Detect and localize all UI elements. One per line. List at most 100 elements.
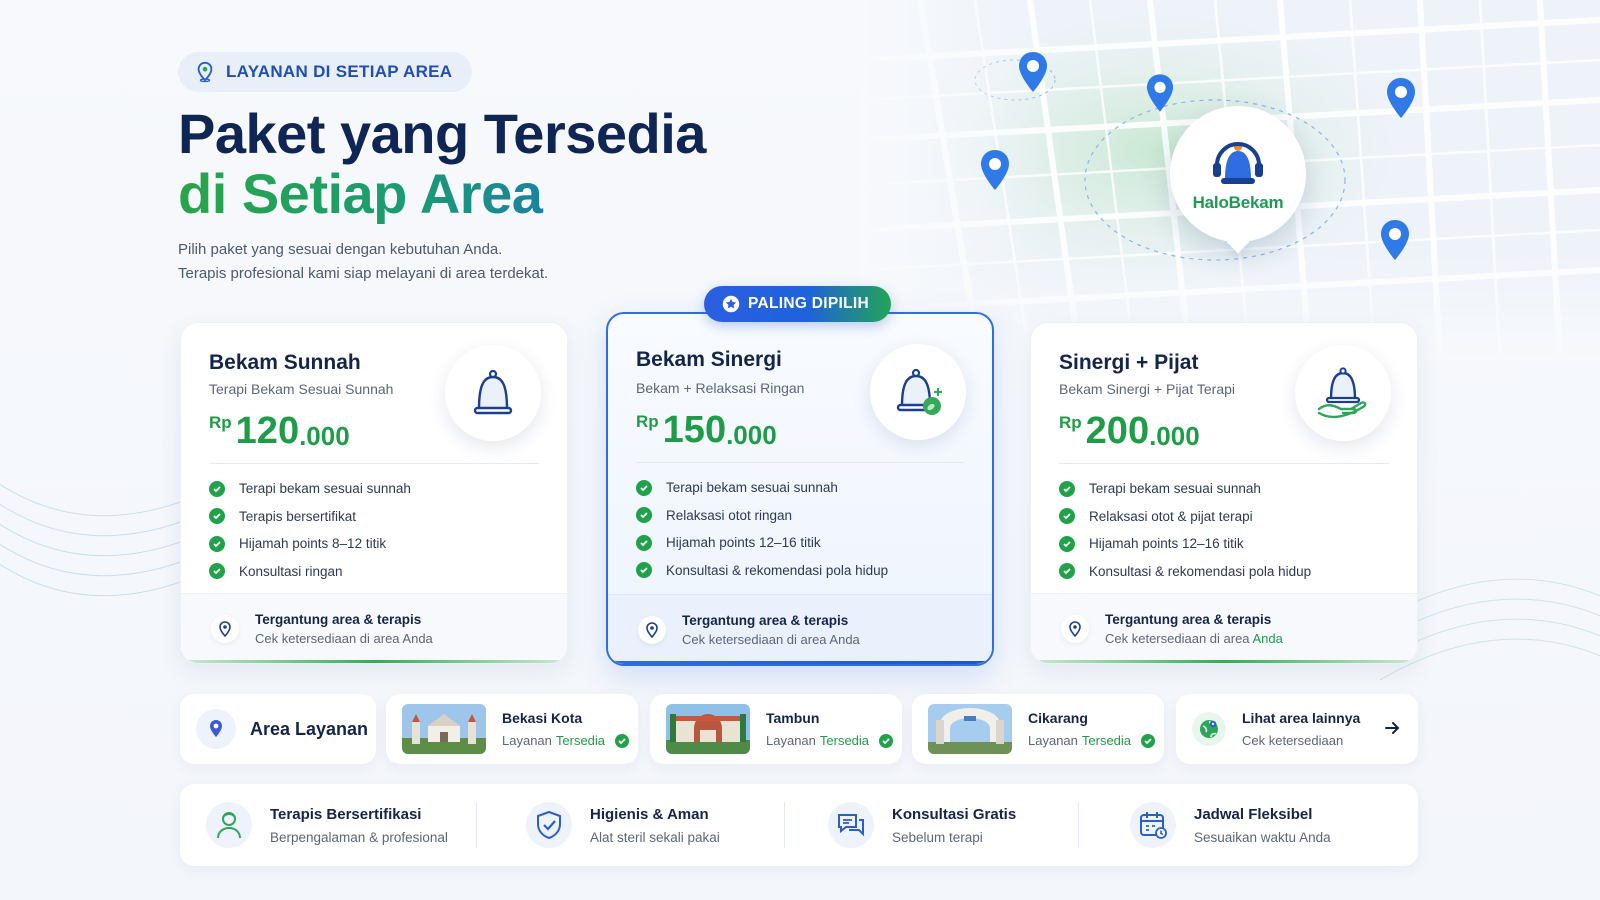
- feature-list: Terapi bekam sesuai sunnah Terapis berse…: [209, 475, 411, 585]
- benefit-certified: Terapis Bersertifikasi Berpengalaman & pr…: [206, 784, 448, 866]
- map-pin-icon: [981, 150, 1009, 190]
- area-item-tambun[interactable]: Tambun Layanan Tersedia: [650, 694, 902, 764]
- feature-item: Konsultasi & rekomendasi pola hidup: [636, 557, 888, 585]
- divider: [784, 802, 785, 848]
- area-section-title: Area Layanan: [180, 694, 376, 764]
- shield-check-icon: [526, 802, 572, 848]
- status-prefix: Layanan: [1028, 733, 1078, 748]
- page-title-line1: Paket yang Tersedia: [178, 102, 706, 165]
- feature-item: Hijamah points 12–16 titik: [636, 529, 888, 557]
- subtitle-line2: Terapis profesional kami siap melayani d…: [178, 265, 549, 282]
- area-item-cikarang[interactable]: Cikarang Layanan Tersedia: [912, 694, 1164, 764]
- popular-badge: PALING DIPILIH: [704, 286, 892, 322]
- check-icon: [1059, 480, 1075, 497]
- package-card-bekam-sinergi[interactable]: Bekam Sinergi Bekam + Relaksasi Ringan R…: [606, 312, 994, 666]
- city-status: Layanan Tersedia: [1028, 733, 1156, 748]
- feature-text: Relaksasi otot ringan: [666, 507, 793, 523]
- check-icon: [615, 733, 630, 748]
- star-icon: [722, 295, 740, 313]
- card-divider: [636, 462, 964, 463]
- package-price: Rp 150 .000: [636, 408, 777, 452]
- feature-item: Hijamah points 12–16 titik: [1059, 530, 1311, 558]
- see-more-title: Lihat area lainnya: [1242, 710, 1361, 726]
- therapist-icon: [206, 802, 252, 848]
- feature-text: Hijamah points 8–12 titik: [239, 536, 387, 552]
- check-icon: [209, 508, 225, 525]
- benefit-flexible-schedule: Jadwal Fleksibel Sesuaikan waktu Anda: [1130, 784, 1331, 866]
- price-currency: Rp: [1059, 413, 1082, 432]
- check-icon: [1059, 508, 1075, 525]
- check-icon: [636, 479, 652, 496]
- city-name: Cikarang: [1028, 710, 1088, 726]
- feature-text: Terapi bekam sesuai sunnah: [1089, 481, 1261, 497]
- city-photo: [666, 704, 750, 754]
- package-price: Rp 120 .000: [209, 409, 350, 453]
- status-available: Tersedia: [819, 733, 870, 748]
- status-prefix: Layanan: [766, 733, 816, 748]
- benefit-hygienic: Higienis & Aman Alat steril sekali pakai: [526, 784, 720, 866]
- price-main: 150: [662, 409, 727, 451]
- feature-item: Relaksasi otot ringan: [636, 502, 888, 530]
- feature-text: Hijamah points 12–16 titik: [666, 535, 821, 551]
- area-item-bekasi-kota[interactable]: Bekasi Kota Layanan Tersedia: [386, 694, 638, 764]
- package-price: Rp 200 .000: [1059, 409, 1200, 453]
- city-status: Layanan Tersedia: [502, 733, 630, 748]
- card-divider: [209, 463, 539, 464]
- map-pin-icon: [1019, 52, 1047, 92]
- page-title: Paket yang Tersedia di Setiap Area: [178, 104, 706, 224]
- price-decimals: .000: [299, 421, 350, 451]
- location-pin-icon: [1061, 614, 1089, 643]
- location-pin-icon: [196, 709, 236, 749]
- page-subtitle: Pilih paket yang sesuai dengan kebutuhan…: [178, 238, 548, 286]
- benefit-title: Higienis & Aman: [590, 805, 709, 823]
- see-more-areas-button[interactable]: Lihat area lainnya Cek ketersediaan: [1176, 694, 1418, 764]
- cupping-cup-plus-icon: [870, 344, 966, 440]
- see-more-subtitle: Cek ketersediaan: [1242, 733, 1344, 748]
- availability-footer[interactable]: Tergantung area & terapis Cek ketersediaa…: [1031, 593, 1417, 663]
- feature-text: Terapi bekam sesuai sunnah: [666, 480, 838, 496]
- brand-name: HaloBekam: [1192, 193, 1284, 212]
- city-name: Bekasi Kota: [502, 710, 583, 726]
- availability-footer[interactable]: Tergantung area & terapis Cek ketersediaa…: [181, 593, 567, 663]
- feature-item: Terapi bekam sesuai sunnah: [636, 474, 888, 502]
- feature-item: Hijamah points 8–12 titik: [209, 530, 411, 558]
- location-pin-icon: [211, 614, 239, 643]
- decorative-wave: [0, 483, 200, 597]
- check-icon: [209, 480, 225, 497]
- feature-item: Terapi bekam sesuai sunnah: [1059, 475, 1311, 503]
- check-icon: [1059, 535, 1075, 552]
- globe-icon: [1192, 712, 1226, 746]
- feature-list: Terapi bekam sesuai sunnah Relaksasi oto…: [1059, 475, 1311, 585]
- location-pin-icon: [638, 615, 666, 644]
- check-icon: [209, 535, 225, 552]
- map-pin-icon: [1387, 78, 1415, 118]
- price-main: 120: [235, 410, 300, 452]
- calendar-icon: [1130, 802, 1176, 848]
- check-icon: [1141, 733, 1156, 748]
- availability-footer[interactable]: Tergantung area & terapis Cek ketersediaa…: [608, 594, 992, 664]
- price-currency: Rp: [636, 412, 659, 431]
- availability-subtitle: Cek ketersediaan di area Anda: [682, 631, 860, 647]
- feature-text: Hijamah points 12–16 titik: [1089, 536, 1244, 552]
- location-pin-icon: [197, 61, 213, 83]
- feature-text: Relaksasi otot & pijat terapi: [1089, 508, 1253, 524]
- card-divider: [1059, 463, 1389, 464]
- package-card-bekam-sunnah[interactable]: Bekam Sunnah Terapi Bekam Sesuai Sunnah …: [180, 322, 568, 664]
- city-status: Layanan Tersedia: [766, 733, 894, 748]
- popular-badge-label: PALING DIPILIH: [748, 295, 870, 312]
- availability-subtitle-text: Cek ketersediaan di area: [1105, 630, 1253, 646]
- price-main: 200: [1085, 410, 1150, 452]
- benefit-subtitle: Sesuaikan waktu Anda: [1194, 829, 1331, 845]
- benefit-title: Jadwal Fleksibel: [1194, 805, 1313, 823]
- divider: [1078, 802, 1079, 848]
- cupping-cup-icon: [445, 345, 541, 441]
- package-card-sinergi-pijat[interactable]: Sinergi + Pijat Bekam Sinergi + Pijat Te…: [1030, 322, 1418, 664]
- section-badge-label: LAYANAN DI SETIAP AREA: [226, 62, 453, 81]
- feature-text: Terapi bekam sesuai sunnah: [239, 481, 411, 497]
- arrow-right-icon: [1385, 722, 1400, 734]
- feature-list: Terapi bekam sesuai sunnah Relaksasi oto…: [636, 474, 888, 584]
- feature-item: Konsultasi ringan: [209, 558, 411, 586]
- subtitle-line1: Pilih paket yang sesuai dengan kebutuhan…: [178, 241, 503, 258]
- feature-item: Konsultasi & rekomendasi pola hidup: [1059, 558, 1311, 586]
- divider: [476, 802, 477, 848]
